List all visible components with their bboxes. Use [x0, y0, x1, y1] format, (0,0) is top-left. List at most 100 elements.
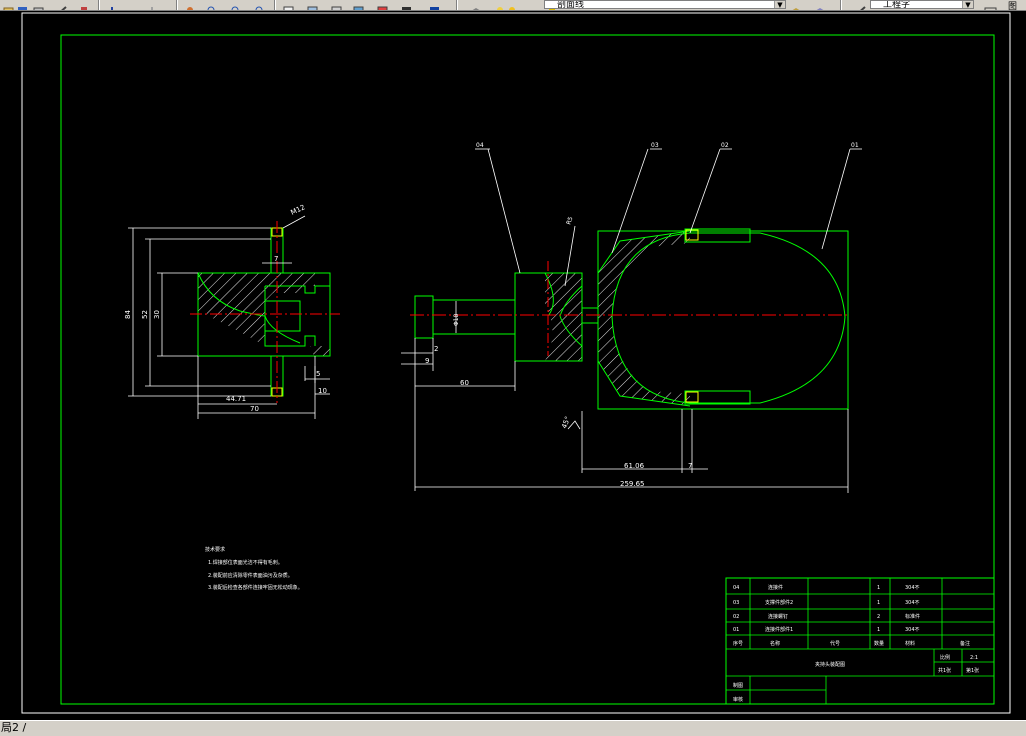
tb-header-remark: 备注	[960, 640, 970, 647]
brush-icon[interactable]	[78, 0, 91, 10]
text-style-value: 工程字	[883, 0, 911, 9]
notes-line-2: 2.装配前应清除零件表面油污及杂质。	[208, 572, 293, 579]
tb-row1-no: 04	[733, 585, 739, 591]
properties-icon[interactable]	[282, 0, 295, 10]
calculator-icon[interactable]	[400, 0, 413, 10]
jaw-ellipse	[611, 232, 846, 404]
sun-icon[interactable]	[506, 0, 519, 10]
dim-len-7: 7	[688, 462, 692, 470]
undo-icon[interactable]	[106, 0, 119, 10]
tb-row3-no: 02	[733, 614, 739, 620]
layout-tab-bar: 局2 /	[0, 720, 1026, 736]
tb-row4-qty: 1	[877, 627, 880, 633]
drawing-canvas[interactable]: 84 52 30 7 M12 44.71 70 5 10 Φ18 2 9 60 …	[0, 11, 1026, 720]
open-icon[interactable]	[2, 0, 15, 10]
layout-tab[interactable]: 局2 /	[0, 721, 26, 735]
left-part-hatch	[198, 273, 315, 346]
notes-title: 技术要求	[205, 546, 225, 553]
sheet-set-icon[interactable]	[352, 0, 365, 10]
tb-scale-label: 比例	[940, 654, 950, 661]
tb-row2-material: 304不	[905, 600, 920, 606]
tb-row1-qty: 1	[877, 585, 880, 591]
dim-d-small: 7	[274, 255, 278, 263]
zoom-window-icon[interactable]	[230, 0, 243, 10]
tb-row2-name: 支撑件部件2	[765, 599, 793, 606]
dim-d-inner: 30	[153, 310, 161, 319]
save-icon[interactable]	[16, 0, 29, 10]
dim-len-d: 10	[318, 387, 327, 395]
dim-d-mid: 52	[141, 310, 149, 319]
tb-checker: 审核	[733, 696, 743, 703]
chevron-down-icon[interactable]: ▼	[962, 1, 973, 8]
dim-len-a: 44.71	[226, 395, 246, 403]
help-icon[interactable]	[428, 0, 441, 10]
dim-len-9: 9	[425, 357, 429, 365]
tb-row2-no: 03	[733, 600, 739, 606]
tool-palette-icon[interactable]	[330, 0, 343, 10]
tb-row4-material: 304不	[905, 627, 920, 633]
text-style-icon[interactable]	[855, 0, 868, 10]
dim-shaft-dia: Φ18	[453, 313, 460, 326]
assembly-view[interactable]: Φ18 2 9 60 61.06 7 259.65 45° R5 04 03 0…	[401, 142, 862, 493]
tb-row2-qty: 1	[877, 600, 880, 606]
print-icon[interactable]	[32, 0, 45, 10]
drawing-svg: 84 52 30 7 M12 44.71 70 5 10 Φ18 2 9 60 …	[21, 12, 1011, 714]
technical-notes: 技术要求 1.焊接部位表面光洁不得有毛刺。 2.装配前应清除零件表面油污及杂质。…	[205, 546, 303, 591]
zoom-previous-icon[interactable]	[254, 0, 267, 10]
tb-sheet-no: 第1张	[966, 667, 979, 674]
pan-icon[interactable]	[184, 0, 197, 10]
tb-sheet: 共1张	[938, 667, 951, 674]
right-partial-label: 图	[1008, 2, 1018, 11]
tb-header-material: 材料	[905, 640, 915, 647]
dim-thread: M12	[289, 203, 306, 217]
dim-d-overall: 84	[124, 310, 132, 319]
left-part-hatch-lower	[310, 346, 330, 356]
tb-row3-material: 标准件	[905, 613, 920, 620]
layer-combo[interactable]: 剖面线 ▼	[544, 0, 786, 9]
dimension-style-icon[interactable]	[984, 0, 997, 10]
dim-len-61: 61.06	[624, 462, 645, 470]
dim-len-60: 60	[460, 379, 469, 387]
dim-len-c: 5	[316, 370, 320, 378]
balloon-01: 01	[851, 142, 859, 149]
tb-drawing-title: 夹持头装配图	[815, 661, 845, 668]
redo-icon[interactable]	[146, 0, 159, 10]
chevron-down-icon[interactable]: ▼	[774, 1, 785, 8]
tb-scale-value: 2:1	[970, 655, 978, 661]
dim-len-total: 259.65	[620, 480, 645, 488]
text-style-combo[interactable]: 工程字 ▼	[870, 0, 974, 9]
balloon-03: 03	[651, 142, 659, 149]
tb-row3-qty: 2	[877, 614, 880, 620]
notes-line-1: 1.焊接部位表面光洁不得有毛刺。	[208, 559, 283, 566]
balloon-02: 02	[721, 142, 729, 149]
layer-manager-icon[interactable]	[470, 0, 483, 10]
left-part-view[interactable]: 84 52 30 7 M12 44.71 70 5 10	[124, 203, 340, 419]
tb-header-no: 序号	[733, 640, 743, 647]
markup-icon[interactable]	[376, 0, 389, 10]
shaft-left	[414, 295, 434, 339]
dim-len-2: 2	[434, 345, 438, 353]
pencil-icon[interactable]	[56, 0, 69, 10]
title-block[interactable]: 04 连接件 1 304不 03 支撑件部件2 1 304不 02 连接螺钉 2…	[725, 577, 995, 705]
design-center-icon[interactable]	[306, 0, 319, 10]
tb-header-qty: 数量	[874, 640, 884, 647]
tb-header-name: 名称	[770, 640, 780, 647]
left-part-inner	[264, 285, 330, 347]
notes-line-3: 3.装配后检查各部件连接牢固无松动现象。	[208, 584, 303, 591]
layer-combo-value: 剖面线	[557, 0, 585, 9]
tb-header-code: 代号	[830, 640, 840, 647]
dim-angle: 45°	[560, 415, 572, 429]
tb-row1-name: 连接件	[768, 584, 783, 591]
tb-row4-no: 01	[733, 627, 739, 633]
layer-previous-icon[interactable]	[790, 0, 803, 10]
drawing-frame	[60, 34, 995, 705]
zoom-realtime-icon[interactable]	[206, 0, 219, 10]
tb-row3-name: 连接螺钉	[768, 613, 788, 620]
toolbar: 剖面线 ▼ 工程字 ▼ 图	[0, 0, 1026, 11]
dim-tag-small: R5	[565, 216, 574, 226]
layer-states-icon[interactable]	[814, 0, 827, 10]
shaft-body	[432, 299, 516, 335]
tb-designer: 制图	[733, 682, 743, 689]
tb-row4-name: 连接件部件1	[765, 626, 793, 633]
paper-border	[21, 12, 1011, 714]
